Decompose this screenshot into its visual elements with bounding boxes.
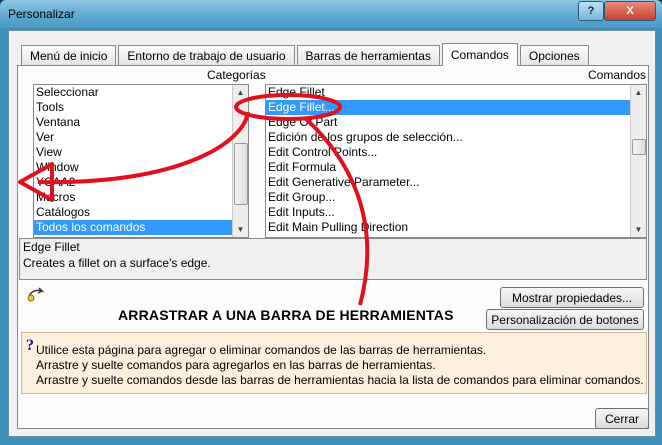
info-panel: ? Utilice esta página para agregar o eli… [21, 332, 647, 394]
tab-strip: Menú de inicio Entorno de trabajo de usu… [21, 43, 591, 66]
tab-opciones[interactable]: Opciones [519, 45, 589, 66]
scroll-down-icon[interactable]: ▼ [631, 222, 646, 237]
customize-buttons-button[interactable]: Personalización de botones [486, 309, 644, 330]
category-item[interactable]: View [34, 145, 248, 160]
command-item[interactable]: Edge Of Part [266, 115, 646, 130]
scroll-up-icon[interactable]: ▲ [233, 85, 248, 100]
command-item[interactable]: Edit Group... [266, 190, 646, 205]
scroll-up-icon[interactable]: ▲ [631, 85, 646, 100]
info-line-2: Arrastre y suelte comandos para agregarl… [36, 358, 436, 372]
scroll-thumb[interactable] [632, 139, 646, 155]
commands-header: Comandos [588, 68, 647, 82]
commands-list[interactable]: Edge Fillet Edge Fillet... Edge Of Part … [265, 84, 647, 238]
categories-list[interactable]: Seleccionar Tools Ventana Ver View Windo… [33, 84, 249, 238]
info-line-3: Arrastre y suelte comandos desde las bar… [36, 373, 644, 387]
tab-comandos[interactable]: Comandos [441, 43, 518, 66]
close-window-button[interactable]: X [604, 1, 656, 21]
commands-scrollbar[interactable]: ▲ ▼ [630, 85, 646, 237]
command-description: Edge Fillet Creates a fillet on a surfac… [19, 238, 647, 280]
categories-header: Categorías [207, 68, 266, 82]
categories-scrollbar[interactable]: ▲ ▼ [232, 85, 248, 237]
window-title: Personalizar [8, 7, 75, 21]
drag-instruction-annotation: ARRASTRAR A UNA BARRA DE HERRAMIENTAS [118, 307, 454, 323]
category-item[interactable]: Ventana [34, 115, 248, 130]
category-item-selected[interactable]: Todos los comandos [34, 220, 248, 235]
svg-text:?: ? [26, 337, 34, 353]
commands-page: Categorías Comandos Seleccionar Tools Ve… [17, 65, 649, 429]
category-item[interactable]: Ver [34, 130, 248, 145]
scroll-down-icon[interactable]: ▼ [233, 222, 248, 237]
category-item[interactable]: Tools [34, 100, 248, 115]
scroll-thumb[interactable] [234, 143, 248, 205]
command-item[interactable]: Edit Control Points... [266, 145, 646, 160]
command-item[interactable]: Edge Fillet [266, 85, 646, 100]
close-button[interactable]: Cerrar [595, 408, 649, 429]
dialog-body: Menú de inicio Entorno de trabajo de usu… [8, 30, 656, 437]
tab-barras-herramientas[interactable]: Barras de herramientas [296, 45, 440, 66]
description-name: Edge Fillet [23, 240, 80, 254]
command-item[interactable]: Edición de los grupos de selección... [266, 130, 646, 145]
command-item[interactable]: Edit Generative Parameter... [266, 175, 646, 190]
command-item[interactable]: Edit Main Pulling Direction [266, 220, 646, 235]
cursor-arrow-icon [27, 287, 45, 302]
command-item[interactable]: Edit Formula [266, 160, 646, 175]
description-text: Creates a fillet on a surface's edge. [23, 256, 211, 270]
tab-menu-inicio[interactable]: Menú de inicio [21, 45, 117, 66]
category-item[interactable]: Seleccionar [34, 85, 248, 100]
title-bar[interactable]: Personalizar ? X [0, 0, 662, 28]
command-item-selected[interactable]: Edge Fillet... [266, 100, 646, 115]
customize-dialog: Personalizar ? X Menú de inicio Entorno … [0, 0, 662, 445]
show-properties-button[interactable]: Mostrar propiedades... [500, 287, 644, 308]
info-line-1: Utilice esta página para agregar o elimi… [36, 343, 487, 357]
category-item[interactable]: Macros [34, 190, 248, 205]
tab-entorno-trabajo[interactable]: Entorno de trabajo de usuario [118, 45, 295, 66]
category-item[interactable]: Window [34, 160, 248, 175]
category-item[interactable]: YCAA2 [34, 175, 248, 190]
command-item[interactable]: Edit Inputs... [266, 205, 646, 220]
category-item[interactable]: Catálogos [34, 205, 248, 220]
help-button[interactable]: ? [578, 1, 604, 21]
